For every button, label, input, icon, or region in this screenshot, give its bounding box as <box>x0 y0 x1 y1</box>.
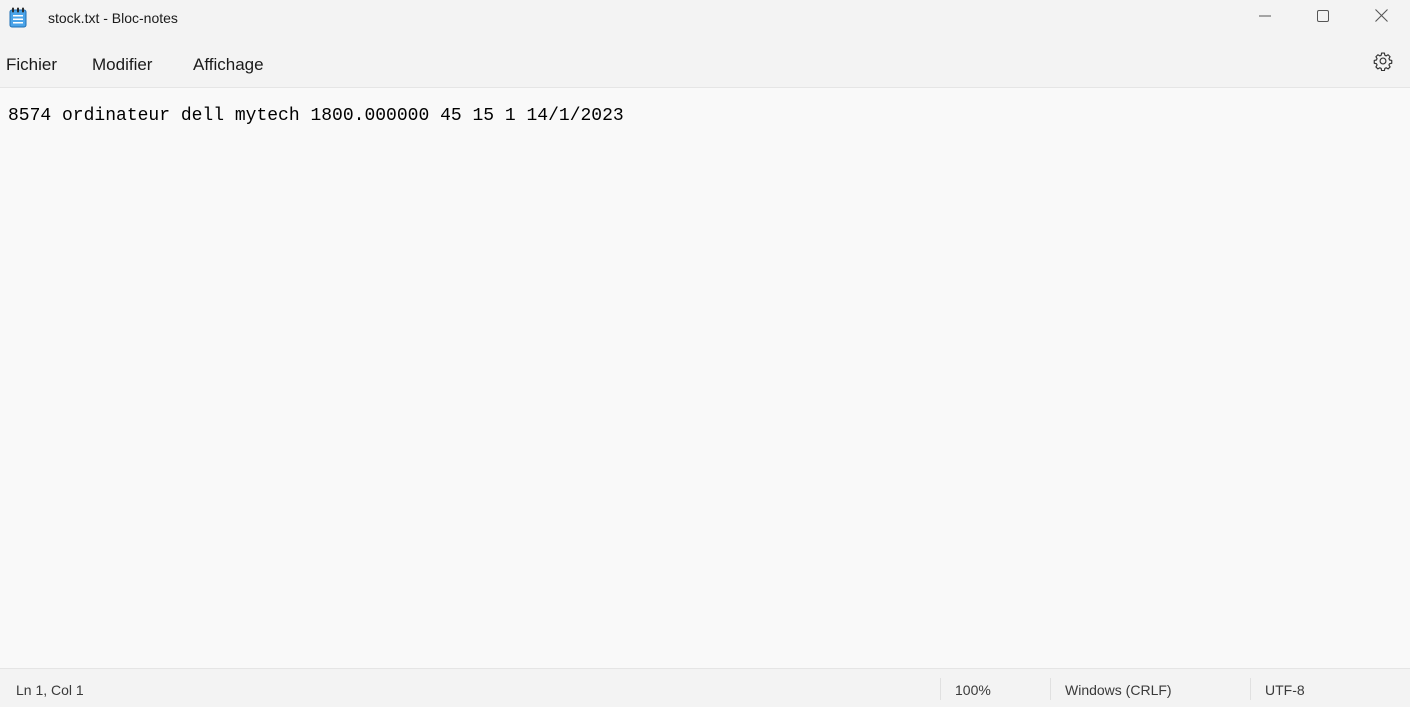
close-icon <box>1374 9 1388 27</box>
status-bar: Ln 1, Col 1 100% Windows (CRLF) UTF-8 <box>0 668 1410 707</box>
settings-button[interactable] <box>1368 50 1398 76</box>
close-button[interactable] <box>1352 0 1410 36</box>
title-bar[interactable]: stock.txt - Bloc-notes <box>0 0 1410 38</box>
cursor-position: Ln 1, Col 1 <box>16 682 84 698</box>
line-ending[interactable]: Windows (CRLF) <box>1065 682 1172 698</box>
gear-icon <box>1373 51 1393 76</box>
minimize-icon <box>1259 9 1271 27</box>
notepad-window: stock.txt - Bloc-notes Fichier Modifier … <box>0 0 1410 707</box>
encoding[interactable]: UTF-8 <box>1265 682 1305 698</box>
zoom-level[interactable]: 100% <box>955 682 991 698</box>
minimize-button[interactable] <box>1236 0 1294 36</box>
menu-bar: Fichier Modifier Affichage <box>0 38 1410 88</box>
window-title: stock.txt - Bloc-notes <box>48 10 178 26</box>
editor-content[interactable]: 8574 ordinateur dell mytech 1800.000000 … <box>8 106 624 126</box>
menu-fichier[interactable]: Fichier <box>6 55 57 75</box>
text-editor[interactable]: 8574 ordinateur dell mytech 1800.000000 … <box>0 88 1410 668</box>
status-divider <box>940 678 941 700</box>
maximize-button[interactable] <box>1294 0 1352 36</box>
menu-modifier[interactable]: Modifier <box>92 55 152 75</box>
status-divider <box>1250 678 1251 700</box>
menu-affichage[interactable]: Affichage <box>193 55 264 75</box>
maximize-icon <box>1317 9 1329 27</box>
status-divider <box>1050 678 1051 700</box>
notepad-icon <box>9 7 27 28</box>
